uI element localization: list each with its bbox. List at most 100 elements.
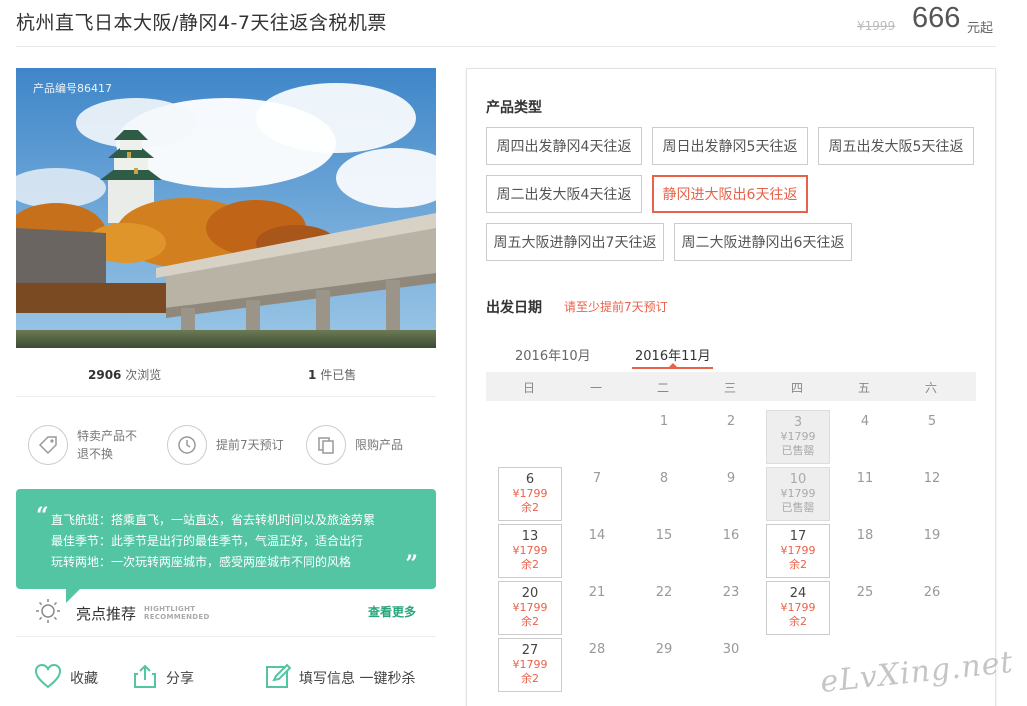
month-tab-nov[interactable]: 2016年11月 (635, 345, 711, 364)
tag-icon (28, 425, 68, 465)
calendar-day: 11 (833, 467, 897, 521)
day-status: 余2 (521, 672, 539, 685)
edit-icon (265, 663, 292, 693)
calendar-day: 22 (632, 581, 696, 635)
highlight-line: 玩转两地：一次玩转两座城市，感受两座城市不同的风格 (51, 555, 352, 569)
favorite-button[interactable]: 收藏 (34, 663, 98, 693)
day-number: 13 (521, 529, 539, 544)
calendar-day: 16 (699, 524, 763, 578)
highlights-subtitle-line2: RECOMMENDED (144, 613, 210, 621)
highlights-divider (16, 636, 436, 637)
quote-close-icon: ” (405, 551, 418, 577)
type-option[interactable]: 周五大阪进静冈出7天往返 (486, 223, 664, 261)
calendar-day: 30 (699, 638, 763, 692)
fill-info-button[interactable]: 填写信息 一键秒杀 (265, 663, 415, 693)
calendar-day: 19 (900, 524, 964, 578)
feature-limited: 限购产品 (306, 425, 425, 465)
active-month-underline (632, 367, 713, 369)
day-status: 已售罄 (781, 444, 815, 457)
stats-divider (16, 396, 436, 397)
calendar-day: 12 (900, 467, 964, 521)
calendar-day: 10 ¥1799 已售罄 (766, 467, 830, 521)
type-option[interactable]: 周日出发静冈5天往返 (652, 127, 808, 165)
calendar-day: 9 (699, 467, 763, 521)
calendar-day: 23 (699, 581, 763, 635)
highlight-line: 直飞航班：搭乘直飞，一站直达，省去转机时间以及旅途劳累 (51, 513, 376, 527)
type-option[interactable]: 周二大阪进静冈出6天往返 (674, 223, 852, 261)
day-number: 21 (588, 585, 606, 600)
sold-count: 1 (308, 368, 317, 382)
share-button[interactable]: 分享 (132, 663, 194, 693)
quote-open-icon: “ (36, 503, 49, 529)
weekday: 一 (589, 381, 602, 395)
calendar-day[interactable]: 13 ¥1799 余2 (498, 524, 562, 578)
sun-icon (34, 597, 62, 629)
day-number: 8 (659, 471, 669, 486)
see-more-link[interactable]: 查看更多 (368, 603, 416, 620)
calendar-day[interactable]: 20 ¥1799 余2 (498, 581, 562, 635)
views-stat: 2906 次浏览 (88, 366, 161, 383)
type-option[interactable]: 周二出发大阪4天往返 (486, 175, 642, 213)
day-price: ¥1799 (780, 601, 816, 614)
day-number: 15 (655, 528, 673, 543)
fill-info-label: 填写信息 一键秒杀 (299, 671, 416, 687)
calendar-day: 3 ¥1799 已售罄 (766, 410, 830, 464)
day-number: 27 (521, 643, 539, 658)
clock-icon (167, 425, 207, 465)
views-label: 次浏览 (125, 368, 162, 382)
weekday: 二 (656, 381, 669, 395)
calendar-day: 2 (699, 410, 763, 464)
day-number: 22 (655, 585, 673, 600)
type-option[interactable]: 周五出发大阪5天往返 (818, 127, 974, 165)
calendar-day[interactable]: 6 ¥1799 余2 (498, 467, 562, 521)
weekday: 六 (924, 381, 937, 395)
calendar-day[interactable]: 17 ¥1799 余2 (766, 524, 830, 578)
day-number: 26 (923, 585, 941, 600)
highlight-line: 最佳季节：此季节是出行的最佳季节，气温正好，适合出行 (51, 534, 364, 548)
calendar-day[interactable]: 24 ¥1799 余2 (766, 581, 830, 635)
header-divider (16, 46, 996, 47)
day-number: 3 (793, 415, 803, 430)
views-count: 2906 (88, 368, 122, 382)
page-title: 杭州直飞日本大阪/静冈4-7天往返含税机票 (16, 12, 387, 34)
share-icon (132, 663, 158, 693)
highlights-title: 亮点推荐 (76, 604, 137, 623)
day-price: ¥1799 (512, 544, 548, 557)
day-number: 23 (722, 585, 740, 600)
product-number: 产品编号86417 (33, 82, 112, 95)
day-number: 5 (927, 414, 937, 429)
day-number: 18 (856, 528, 874, 543)
month-tab-oct[interactable]: 2016年10月 (515, 345, 591, 364)
original-price: ¥1999 (857, 19, 896, 33)
day-number: 12 (923, 471, 941, 486)
day-price: ¥1799 (780, 544, 816, 557)
share-label: 分享 (166, 671, 194, 687)
day-price: ¥1799 (512, 487, 548, 500)
feature-text: 限购产品 (355, 438, 404, 452)
day-status: 余2 (521, 615, 539, 628)
calendar-day: 5 (900, 410, 964, 464)
day-price: ¥1799 (512, 601, 548, 614)
day-status: 余2 (521, 501, 539, 514)
calendar-day[interactable]: 27 ¥1799 余2 (498, 638, 562, 692)
calendar-day: 28 (565, 638, 629, 692)
day-number: 28 (588, 642, 606, 657)
calendar-day: 14 (565, 524, 629, 578)
day-number: 19 (923, 528, 941, 543)
day-number: 6 (525, 472, 535, 487)
heart-icon (34, 663, 62, 693)
highlights-subtitle-line1: HIGHTLIGHT (144, 605, 196, 613)
day-number: 4 (860, 414, 870, 429)
type-option-selected[interactable]: 静冈进大阪出6天往返 (652, 175, 808, 213)
product-photo[interactable] (16, 68, 436, 348)
highlights-header: 亮点推荐 HIGHTLIGHT RECOMMENDED (34, 597, 210, 629)
type-option[interactable]: 周四出发静冈4天往返 (486, 127, 642, 165)
highlights-box: “ 直飞航班：搭乘直飞，一站直达，省去转机时间以及旅途劳累 最佳季节：此季节是出… (16, 489, 436, 589)
day-number: 14 (588, 528, 606, 543)
feature-text: 特卖产品不退不换 (77, 429, 138, 461)
day-number: 29 (655, 642, 673, 657)
calendar-day: 21 (565, 581, 629, 635)
sold-stat: 1 件已售 (308, 366, 356, 383)
weekday: 日 (522, 381, 535, 395)
price: 666 (912, 2, 961, 34)
